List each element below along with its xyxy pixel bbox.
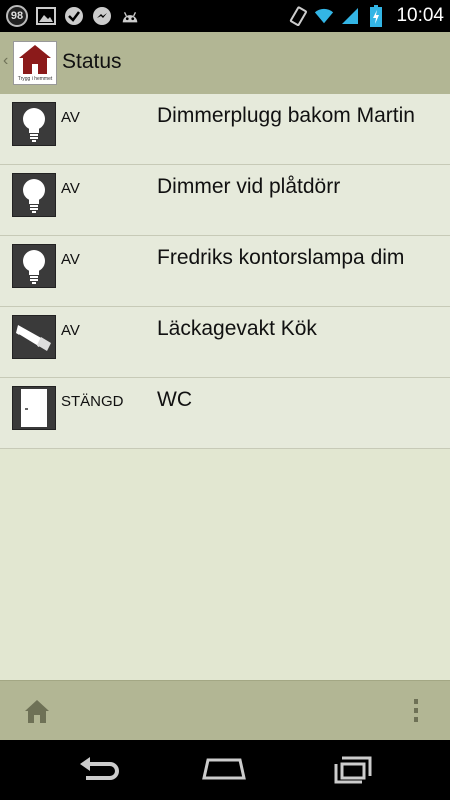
device-state: AV xyxy=(61,180,80,197)
home-nav-icon xyxy=(202,758,246,780)
system-navigation-bar xyxy=(0,740,450,800)
device-name: Dimmerplugg bakom Martin xyxy=(157,104,415,127)
lightbulb-icon xyxy=(12,102,56,146)
overflow-menu-icon xyxy=(414,699,418,722)
bottom-action-bar xyxy=(0,680,450,741)
notification-count-icon: 98 xyxy=(6,5,28,27)
device-state: AV xyxy=(61,322,80,339)
lightbulb-icon xyxy=(12,244,56,288)
device-state: AV xyxy=(61,251,80,268)
device-name: WC xyxy=(157,388,192,411)
device-state: STÄNGD xyxy=(61,393,124,410)
home-nav-button[interactable] xyxy=(200,754,248,786)
signal-icon xyxy=(340,6,360,26)
battery-charging-icon xyxy=(366,5,386,27)
device-row-dimmerplugg[interactable]: AV Dimmerplugg bakom Martin xyxy=(0,94,450,165)
device-row-lackagevakt[interactable]: AV Läckagevakt Kök xyxy=(0,307,450,378)
wifi-icon xyxy=(314,6,334,26)
device-row-dimmer-platdorr[interactable]: AV Dimmer vid plåtdörr xyxy=(0,165,450,236)
app-logo[interactable]: Trygg i hemmet xyxy=(13,41,57,85)
recent-apps-button[interactable] xyxy=(328,754,376,786)
device-name: Fredriks kontorslampa dim xyxy=(157,246,405,269)
status-bar: 98 10:04 xyxy=(0,0,450,32)
check-badge-icon xyxy=(64,6,84,26)
image-icon xyxy=(36,6,56,26)
overflow-menu-button[interactable] xyxy=(412,697,420,725)
home-button[interactable] xyxy=(22,696,52,726)
device-row-wc[interactable]: STÄNGD WC xyxy=(0,378,450,449)
lightbulb-icon xyxy=(12,173,56,217)
device-state: AV xyxy=(61,109,80,126)
home-icon xyxy=(25,700,49,723)
status-bar-clock: 10:04 xyxy=(396,5,444,26)
messenger-icon xyxy=(92,6,112,26)
house-logo-icon xyxy=(19,45,51,74)
status-bar-notifications: 98 xyxy=(6,4,140,28)
door-sensor-icon xyxy=(12,386,56,430)
device-name: Dimmer vid plåtdörr xyxy=(157,175,341,198)
leak-sensor-icon xyxy=(12,315,56,359)
logo-text: Trygg i hemmet xyxy=(17,76,53,82)
up-caret-icon[interactable]: ‹ xyxy=(3,52,8,70)
back-button[interactable] xyxy=(76,754,124,786)
recent-apps-icon xyxy=(334,756,372,784)
rotation-icon xyxy=(288,6,308,26)
back-icon xyxy=(80,757,119,780)
page-title: Status xyxy=(62,50,122,73)
device-row-kontorslampa[interactable]: AV Fredriks kontorslampa dim xyxy=(0,236,450,307)
action-bar: ‹ Trygg i hemmet Status xyxy=(0,32,450,95)
status-bar-system: 10:04 xyxy=(288,4,444,28)
android-icon xyxy=(120,6,140,26)
device-name: Läckagevakt Kök xyxy=(157,317,317,340)
device-list: AV Dimmerplugg bakom Martin AV Dimmer vi… xyxy=(0,94,450,449)
